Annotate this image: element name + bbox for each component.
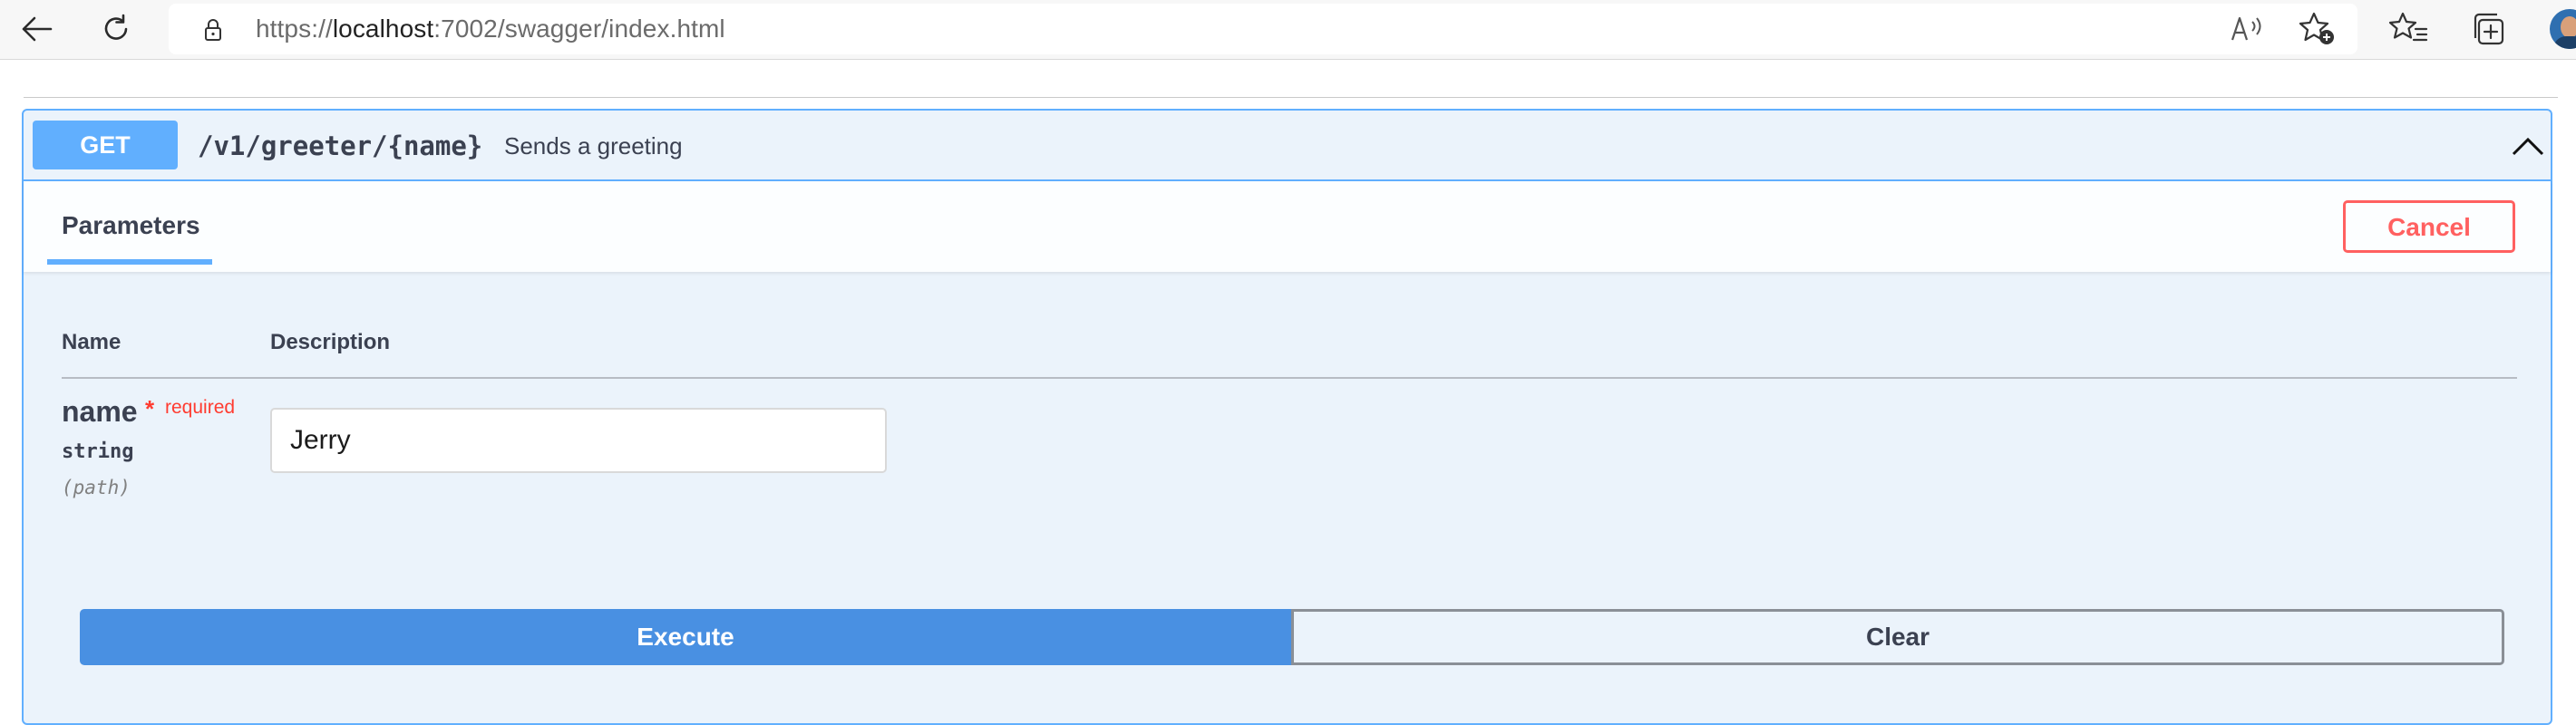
read-aloud-button[interactable]: [2229, 13, 2265, 45]
url-text[interactable]: https://localhost:7002/swagger/index.htm…: [256, 4, 725, 54]
address-bar[interactable]: https://localhost:7002/swagger/index.htm…: [169, 4, 2357, 54]
table-header-divider: [62, 377, 2517, 379]
avatar-face: [2561, 16, 2576, 38]
operation-block: GET /v1/greeter/{name} Sends a greeting …: [22, 109, 2552, 725]
parameter-location: (path): [62, 477, 131, 498]
url-prefix: https://: [256, 14, 333, 43]
divider: [24, 97, 2558, 98]
read-aloud-icon: [2231, 16, 2261, 41]
tab-active-indicator: [47, 259, 212, 265]
arrow-left-icon: [22, 16, 53, 42]
column-header-name: Name: [62, 330, 122, 354]
chevron-up-icon[interactable]: [2510, 130, 2546, 161]
parameter-type: string: [62, 440, 134, 463]
star-add-icon: [2299, 12, 2334, 44]
column-header-description: Description: [270, 330, 391, 354]
collections-icon: [2474, 13, 2504, 45]
operation-description: Sends a greeting: [504, 132, 683, 160]
url-rest: :7002/swagger/index.html: [433, 14, 725, 43]
parameters-header: Parameters Cancel: [24, 181, 2551, 272]
required-asterisk: *: [145, 395, 155, 422]
url-host: localhost: [332, 14, 434, 43]
favorites-icon: [2388, 12, 2428, 42]
operation-summary[interactable]: GET /v1/greeter/{name} Sends a greeting: [24, 111, 2551, 181]
tab-parameters-label: Parameters: [62, 211, 200, 239]
required-label: required: [165, 397, 236, 418]
collections-button[interactable]: [2470, 11, 2510, 47]
cancel-button[interactable]: Cancel: [2343, 200, 2515, 253]
refresh-icon: [104, 14, 128, 40]
reload-button[interactable]: [89, 7, 143, 51]
avatar-shirt: [2553, 36, 2576, 49]
back-button[interactable]: [9, 7, 63, 51]
operation-path: /v1/greeter/{name}: [198, 130, 483, 161]
favorites-button[interactable]: [2388, 11, 2428, 47]
add-favorite-button[interactable]: [2298, 11, 2338, 47]
clear-button[interactable]: Clear: [1291, 609, 2504, 665]
profile-avatar[interactable]: [2550, 9, 2576, 49]
parameter-name: name: [62, 395, 138, 428]
browser-toolbar: https://localhost:7002/swagger/index.htm…: [0, 0, 2576, 60]
lock-icon[interactable]: [199, 16, 227, 44]
name-parameter-input[interactable]: [270, 408, 887, 473]
execute-button[interactable]: Execute: [80, 609, 1291, 665]
http-method-badge: GET: [33, 121, 178, 169]
tab-parameters[interactable]: Parameters: [47, 181, 212, 272]
